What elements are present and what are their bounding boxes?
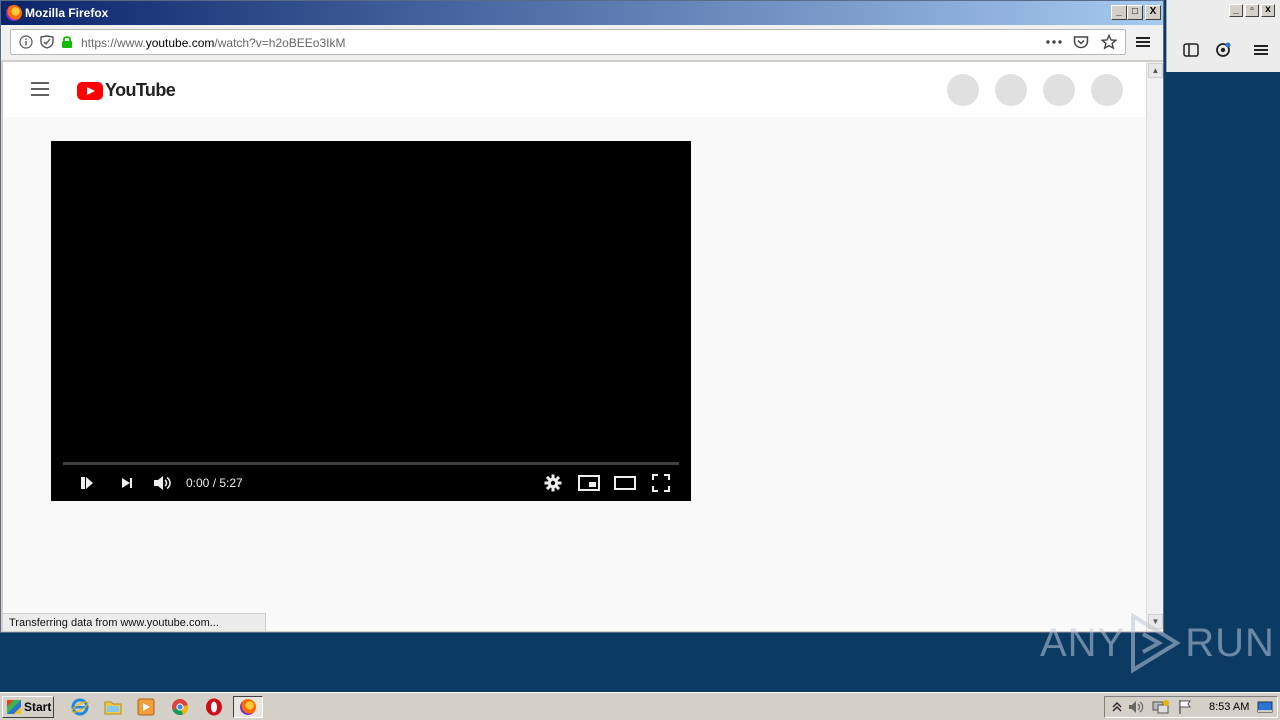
page-content: YouTube 0:00 / 5:27 <box>3 62 1146 631</box>
background-minimize-button[interactable]: _ <box>1229 4 1243 17</box>
firefox-taskbar-button[interactable] <box>233 696 263 718</box>
maximize-button[interactable]: □ <box>1127 5 1143 20</box>
tracking-protection-icon[interactable] <box>39 35 55 49</box>
background-close-button[interactable]: x <box>1261 4 1275 17</box>
background-window-body <box>1166 72 1280 632</box>
system-tray: 8:53 AM <box>1104 696 1278 718</box>
sidebar-icon[interactable] <box>1181 40 1201 60</box>
pocket-icon[interactable] <box>1073 35 1089 49</box>
vertical-scrollbar[interactable]: ▲ ▼ <box>1146 62 1163 631</box>
network-tray-icon[interactable] <box>1151 697 1171 717</box>
account-icon[interactable] <box>1213 40 1233 60</box>
url-prefix: https://www. <box>81 36 146 50</box>
masthead-placeholder-button[interactable] <box>995 74 1027 106</box>
title-bar[interactable]: Mozilla Firefox _ □ X <box>1 1 1163 25</box>
minimize-button[interactable]: _ <box>1111 5 1127 20</box>
youtube-logo-text: YouTube <box>105 80 176 100</box>
firefox-icon <box>6 5 22 21</box>
watermark-right: RUN <box>1185 620 1275 665</box>
bg-menu-icon[interactable] <box>1251 40 1271 60</box>
clock[interactable]: 8:53 AM <box>1209 701 1249 713</box>
youtube-logo[interactable]: YouTube <box>77 80 176 101</box>
volume-icon[interactable] <box>149 471 175 495</box>
play-pause-button[interactable] <box>75 471 99 495</box>
windows-flag-icon <box>7 700 21 714</box>
anyrun-watermark: ANY RUN <box>1040 612 1275 674</box>
url-path: /watch?v=h2oBEEo3IkM <box>214 36 346 50</box>
youtube-masthead: YouTube <box>3 62 1146 117</box>
theater-mode-icon[interactable] <box>613 471 637 495</box>
show-desktop-icon[interactable] <box>1255 697 1275 717</box>
background-restore-button[interactable]: ▫ <box>1245 4 1259 17</box>
background-firefox-window[interactable]: _ ▫ x <box>1166 0 1280 72</box>
explorer-folder-icon[interactable] <box>103 697 123 717</box>
page-actions-icon[interactable] <box>1045 35 1063 49</box>
next-button[interactable] <box>115 471 139 495</box>
masthead-placeholder-button[interactable] <box>1091 74 1123 106</box>
menu-icon[interactable] <box>1136 36 1150 48</box>
taskbar: Start 8:53 AM <box>0 692 1280 720</box>
chrome-icon[interactable] <box>170 697 190 717</box>
youtube-play-icon <box>77 81 103 100</box>
watermark-play-icon <box>1131 612 1182 674</box>
masthead-placeholder-button[interactable] <box>947 74 979 106</box>
opera-icon[interactable] <box>204 697 224 717</box>
guide-menu-icon[interactable] <box>31 82 49 96</box>
show-hidden-icons-icon[interactable] <box>1107 697 1127 717</box>
close-button[interactable]: X <box>1145 5 1161 20</box>
url-domain: youtube.com <box>145 36 215 50</box>
window-title: Mozilla Firefox <box>25 6 109 20</box>
firefox-icon <box>240 699 256 715</box>
time-display: 0:00 / 5:27 <box>186 476 243 490</box>
miniplayer-icon[interactable] <box>577 471 601 495</box>
url-text[interactable]: https://www.youtube.com/watch?v=h2oBEEo3… <box>81 36 345 50</box>
start-label: Start <box>24 700 52 714</box>
progress-bar[interactable] <box>63 462 679 465</box>
watermark-left: ANY <box>1040 620 1126 665</box>
nav-bar: https://www.youtube.com/watch?v=h2oBEEo3… <box>1 25 1163 61</box>
lock-icon[interactable] <box>61 35 73 49</box>
action-center-flag-icon[interactable] <box>1175 697 1195 717</box>
internet-explorer-icon[interactable] <box>70 697 90 717</box>
masthead-placeholder-button[interactable] <box>1043 74 1075 106</box>
media-player-icon[interactable] <box>136 697 156 717</box>
url-bar[interactable]: https://www.youtube.com/watch?v=h2oBEEo3… <box>10 29 1126 55</box>
volume-tray-icon[interactable] <box>1127 697 1147 717</box>
start-button[interactable]: Start <box>2 696 54 718</box>
bookmark-star-icon[interactable] <box>1101 34 1117 50</box>
background-window-caption: _ ▫ x <box>1167 0 1280 24</box>
settings-gear-icon[interactable] <box>541 471 565 495</box>
video-player[interactable]: 0:00 / 5:27 <box>51 141 691 501</box>
info-icon[interactable] <box>19 35 33 49</box>
scroll-up-button[interactable]: ▲ <box>1148 63 1163 78</box>
firefox-window: Mozilla Firefox _ □ X https://www.youtub… <box>0 0 1164 633</box>
status-bar: Transferring data from www.youtube.com..… <box>3 613 266 631</box>
fullscreen-icon[interactable] <box>649 471 673 495</box>
